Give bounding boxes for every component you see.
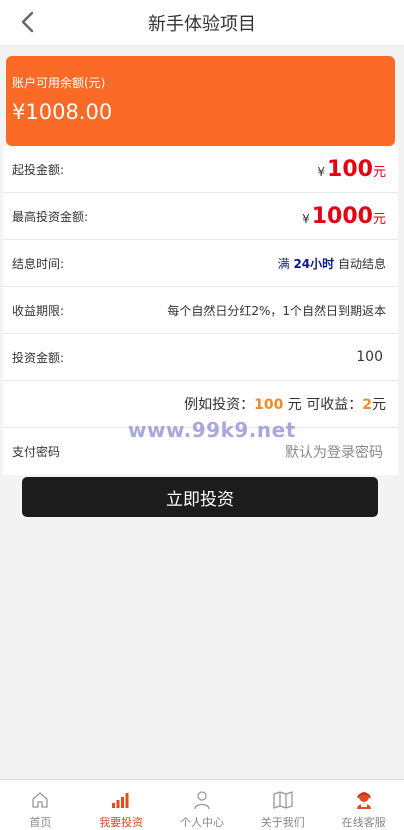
- tab-label: 首页: [29, 816, 52, 829]
- settle-time-value: 满 24小时 自动结息: [278, 255, 386, 272]
- tab-label: 关于我们: [260, 816, 305, 829]
- header: 新手体验项目: [0, 0, 404, 46]
- example-mid: 元 可收益：: [287, 397, 363, 413]
- min-invest-amount: 100: [327, 156, 373, 182]
- settle-time-row: 结息时间: 满 24小时 自动结息: [3, 240, 398, 287]
- example-amount: 100: [254, 397, 284, 413]
- invest-amount-input[interactable]: 100: [356, 349, 386, 365]
- balance-label: 账户可用余额(元): [12, 76, 106, 90]
- watermark: www.99k9.net: [128, 418, 296, 442]
- example-text: 例如投资：100 元 可收益：2元: [184, 394, 386, 414]
- tab-label: 我要投资: [99, 816, 144, 829]
- min-invest-row: 起投金额: ¥100元: [3, 146, 398, 193]
- settle-time-label: 结息时间:: [12, 256, 65, 271]
- min-invest-value: ¥100元: [317, 157, 386, 182]
- settle-hours: 24小时: [293, 256, 335, 271]
- tab-label: 在线客服: [341, 816, 386, 829]
- tab-profile[interactable]: 个人中心: [162, 780, 243, 830]
- example-profit: 2: [362, 397, 372, 413]
- tab-label: 个人中心: [179, 816, 224, 829]
- settle-suffix: 自动结息: [337, 256, 386, 271]
- tab-invest[interactable]: 我要投资: [81, 780, 162, 830]
- min-invest-unit: 元: [372, 164, 386, 180]
- tab-about[interactable]: 关于我们: [242, 780, 323, 830]
- max-invest-label: 最高投资金额:: [12, 209, 89, 224]
- pay-password-label: 支付密码: [12, 445, 61, 459]
- currency-symbol: ¥: [302, 211, 310, 226]
- example-unit: 元: [372, 397, 386, 413]
- home-icon: [29, 789, 51, 811]
- max-invest-unit: 元: [372, 211, 386, 227]
- max-invest-value: ¥1000元: [302, 204, 386, 229]
- currency-symbol: ¥: [317, 164, 326, 179]
- tab-home[interactable]: 首页: [0, 780, 81, 830]
- invest-amount-row: 投资金额: 100: [3, 334, 398, 381]
- balance-card: 账户可用余额(元) ¥1008.00: [6, 56, 395, 146]
- chevron-left-icon: [21, 11, 34, 33]
- example-prefix: 例如投资：: [184, 397, 255, 413]
- page-title: 新手体验项目: [148, 13, 256, 35]
- tab-bar: 首页 我要投资 个人中心 关于我们 在线客服: [0, 779, 404, 830]
- pay-password-input[interactable]: 默认为登录密码: [285, 442, 386, 462]
- term-label: 收益期限:: [12, 303, 65, 318]
- max-invest-row: 最高投资金额: ¥1000元: [3, 193, 398, 240]
- max-invest-amount: 1000: [311, 203, 373, 229]
- map-icon: [272, 789, 294, 811]
- invest-amount-label: 投资金额:: [12, 350, 65, 365]
- invest-now-button[interactable]: 立即投资: [22, 477, 378, 517]
- term-value: 每个自然日分红2%，1个自然日到期返本: [167, 303, 386, 318]
- min-invest-label: 起投金额:: [12, 162, 65, 177]
- user-icon: [191, 789, 213, 811]
- tab-support[interactable]: 在线客服: [323, 780, 404, 830]
- bar-chart-icon: [110, 789, 132, 811]
- customer-service-icon: [353, 789, 375, 811]
- balance-value: ¥1008.00: [12, 100, 113, 124]
- term-row: 收益期限: 每个自然日分红2%，1个自然日到期返本: [3, 287, 398, 334]
- back-button[interactable]: [14, 8, 40, 36]
- settle-prefix: 满: [277, 256, 290, 271]
